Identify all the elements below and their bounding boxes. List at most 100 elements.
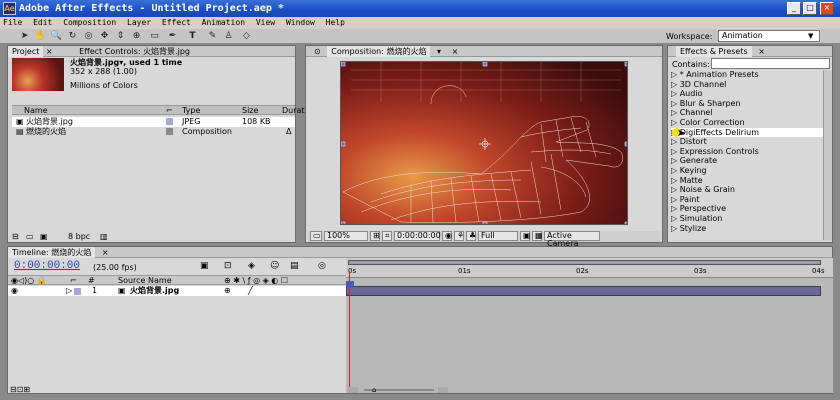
- track-xy-camera-icon[interactable]: ✥: [98, 30, 111, 42]
- resolution-select[interactable]: Full: [478, 231, 518, 241]
- menu-help[interactable]: Help: [323, 17, 348, 29]
- eraser-icon[interactable]: ◇: [240, 30, 253, 42]
- hide-shy-layers-icon[interactable]: ☺: [270, 261, 279, 271]
- effect-category[interactable]: ▷ Distort: [671, 137, 823, 147]
- menu-animation[interactable]: Animation: [199, 17, 248, 29]
- toggle-switches-icon[interactable]: ⊟⊡⊞: [10, 385, 30, 394]
- selection-tool-icon[interactable]: ➤: [18, 30, 31, 42]
- effect-category[interactable]: ▷ Noise & Grain: [671, 185, 823, 195]
- col-duration[interactable]: Durat: [282, 106, 305, 115]
- close-icon[interactable]: ×: [448, 46, 463, 57]
- color-depth-label[interactable]: 8 bpc: [68, 232, 90, 242]
- shy-switch-icon[interactable]: ⊕: [224, 286, 231, 296]
- effect-category[interactable]: ▷ Generate: [671, 156, 823, 166]
- snapshot-icon[interactable]: ◉: [442, 231, 452, 241]
- pen-tool-icon[interactable]: ✒: [166, 30, 179, 42]
- tab-effect-controls[interactable]: Effect Controls: 火焰背景.jpg: [75, 46, 194, 57]
- av-features-icon[interactable]: ◉◁)○ 🔒: [11, 276, 47, 285]
- project-row[interactable]: ▣ 火焰背景.jpg JPEG 108 KB: [12, 117, 295, 127]
- view-select[interactable]: Active Camera: [544, 231, 600, 248]
- chevron-down-icon[interactable]: ▾: [433, 46, 445, 57]
- effect-category[interactable]: ▷ Blur & Sharpen: [671, 99, 823, 109]
- col-type[interactable]: Type: [182, 106, 200, 115]
- new-composition-icon[interactable]: ▣: [40, 232, 48, 242]
- draft-3d-icon[interactable]: ◈: [248, 261, 255, 271]
- menu-file[interactable]: File: [0, 17, 25, 29]
- current-time-display[interactable]: 0:00:00:00: [14, 260, 80, 272]
- motion-blur-icon[interactable]: ◎: [318, 261, 326, 271]
- orbit-camera-icon[interactable]: ◎: [82, 30, 95, 42]
- effect-category[interactable]: ▷ DigiEffects Delirium: [671, 127, 823, 138]
- layer-row[interactable]: ◉ ▷ 1 ▣ 火焰背景.jpg ⊕ ╱: [8, 286, 346, 296]
- col-source-name[interactable]: Source Name: [118, 276, 172, 285]
- effect-category[interactable]: ▷ Audio: [671, 89, 823, 99]
- safe-zones-icon[interactable]: ⊞: [370, 231, 380, 241]
- type-tool-icon[interactable]: T: [186, 30, 199, 42]
- close-icon[interactable]: ×: [754, 46, 769, 57]
- time-ruler[interactable]: 0s 01s 02s 03s 04s: [346, 258, 833, 278]
- effect-category[interactable]: ▷ Perspective: [671, 204, 823, 214]
- menu-composition[interactable]: Composition: [60, 17, 119, 29]
- interpret-footage-icon[interactable]: ⊟: [12, 232, 19, 242]
- col-size[interactable]: Size: [242, 106, 258, 115]
- quality-switch-icon[interactable]: ╱: [248, 286, 253, 296]
- effect-category[interactable]: ▷ Matte: [671, 176, 823, 186]
- frame-blending-icon[interactable]: ▤: [290, 261, 299, 271]
- menu-window[interactable]: Window: [283, 17, 318, 29]
- contains-search-input[interactable]: [711, 58, 830, 69]
- lock-icon[interactable]: ⊙: [310, 46, 325, 57]
- menu-view[interactable]: View: [253, 17, 278, 29]
- tab-effects-presets[interactable]: Effects & Presets: [676, 46, 752, 57]
- clone-stamp-icon[interactable]: ♙: [222, 30, 235, 42]
- tab-composition[interactable]: Composition: 燃烧的火焰: [327, 46, 431, 57]
- comp-timecode[interactable]: 0:00:00:00: [394, 231, 441, 241]
- effect-category[interactable]: ▷ Keying: [671, 166, 823, 176]
- new-folder-icon[interactable]: ▭: [26, 232, 34, 242]
- tab-project[interactable]: Project: [8, 46, 44, 57]
- trash-icon[interactable]: ▥: [100, 232, 108, 242]
- rgb-channel-icon[interactable]: ♣: [466, 231, 476, 241]
- effects-scrollbar[interactable]: [823, 70, 832, 240]
- label-col-icon[interactable]: ⌐: [70, 276, 77, 285]
- tab-timeline[interactable]: Timeline: 燃烧的火焰: [8, 247, 96, 258]
- live-update-icon[interactable]: ⊡: [224, 261, 232, 271]
- menu-edit[interactable]: Edit: [30, 17, 55, 29]
- minimize-button[interactable]: _: [787, 2, 801, 15]
- expand-arrow-icon[interactable]: ▷: [66, 286, 72, 296]
- zoom-slider-thumb[interactable]: ⌂: [372, 386, 376, 394]
- effect-category[interactable]: ▷ Paint: [671, 195, 823, 205]
- composition-viewer[interactable]: [340, 61, 628, 225]
- col-name[interactable]: Name: [24, 106, 48, 115]
- close-icon[interactable]: ×: [46, 47, 53, 56]
- effect-category[interactable]: ▷ Channel: [671, 108, 823, 118]
- maximize-button[interactable]: □: [803, 2, 817, 15]
- zoom-out-icon[interactable]: [348, 387, 358, 393]
- close-button[interactable]: ×: [820, 2, 834, 15]
- region-of-interest-icon[interactable]: ▣: [520, 231, 531, 241]
- zoom-select[interactable]: 100%: [324, 231, 368, 241]
- always-preview-icon[interactable]: ▭: [310, 231, 322, 241]
- pan-behind-icon[interactable]: ⊕: [130, 30, 143, 42]
- brush-tool-icon[interactable]: ✎: [206, 30, 219, 42]
- col-layer-number[interactable]: #: [88, 276, 95, 285]
- timeline-graph[interactable]: 0s 01s 02s 03s 04s: [346, 258, 833, 393]
- effect-category[interactable]: ▷ 3D Channel: [671, 80, 823, 90]
- transparency-grid-icon[interactable]: ▦: [532, 231, 543, 241]
- effect-category[interactable]: ▷ Simulation: [671, 214, 823, 224]
- workspace-select[interactable]: Animation: [718, 30, 820, 42]
- menu-effect[interactable]: Effect: [159, 17, 194, 29]
- rectangle-mask-icon[interactable]: ▭: [148, 30, 161, 42]
- eye-icon[interactable]: ◉: [11, 286, 18, 296]
- rotate-tool-icon[interactable]: ↻: [66, 30, 79, 42]
- current-time-indicator[interactable]: [346, 271, 354, 393]
- comp-mini-flowchart-icon[interactable]: ▣: [200, 261, 209, 271]
- work-area-bar[interactable]: [348, 260, 821, 265]
- zoom-tool-icon[interactable]: 🔍: [50, 30, 63, 42]
- effect-category[interactable]: ▷ * Animation Presets: [671, 70, 823, 80]
- effect-category[interactable]: ▷ Expression Controls: [671, 147, 823, 157]
- grid-icon[interactable]: ⌗: [382, 231, 392, 241]
- effect-category[interactable]: ▷ Stylize: [671, 224, 823, 234]
- label-col-icon[interactable]: ⌐: [166, 106, 173, 115]
- project-row[interactable]: ▤ 燃烧的火焰 Composition Δ: [12, 127, 295, 137]
- menu-layer[interactable]: Layer: [124, 17, 154, 29]
